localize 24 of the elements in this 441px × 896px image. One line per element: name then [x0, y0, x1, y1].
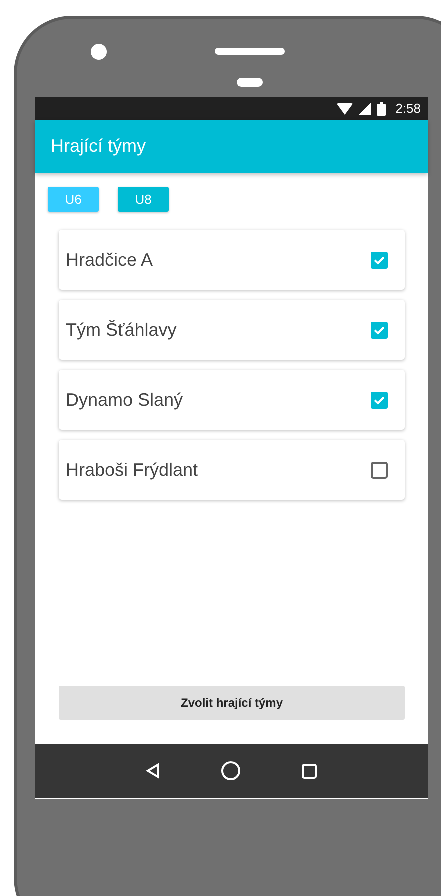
checkbox[interactable] — [371, 462, 388, 478]
team-card[interactable]: Hraboši Frýdlant — [59, 440, 405, 500]
app-title: Hrající týmy — [51, 135, 146, 158]
team-card[interactable]: Tým Šťáhlavy — [59, 300, 405, 360]
recents-icon[interactable] — [302, 764, 318, 778]
back-icon[interactable] — [146, 763, 160, 779]
team-name: Hradčice A — [66, 248, 154, 272]
checkbox[interactable] — [371, 322, 388, 338]
signal-icon — [358, 102, 371, 114]
team-card[interactable]: Hradčice A — [59, 230, 405, 290]
team-name: Hraboši Frýdlant — [66, 458, 198, 482]
team-name: Tým Šťáhlavy — [66, 318, 177, 342]
wifi-icon — [336, 102, 353, 114]
team-name: Dynamo Slaný — [66, 388, 184, 412]
checkbox[interactable] — [371, 252, 388, 268]
speaker-icon — [215, 48, 285, 55]
clock: 2:58 — [396, 100, 421, 118]
sensor-icon — [237, 78, 263, 87]
battery-icon — [376, 102, 386, 116]
checkbox[interactable] — [371, 392, 388, 408]
home-icon[interactable] — [220, 761, 241, 781]
choose-teams-button[interactable]: Zvolit hrající týmy — [59, 686, 405, 720]
camera-icon — [91, 44, 107, 60]
team-card[interactable]: Dynamo Slaný — [59, 370, 405, 430]
